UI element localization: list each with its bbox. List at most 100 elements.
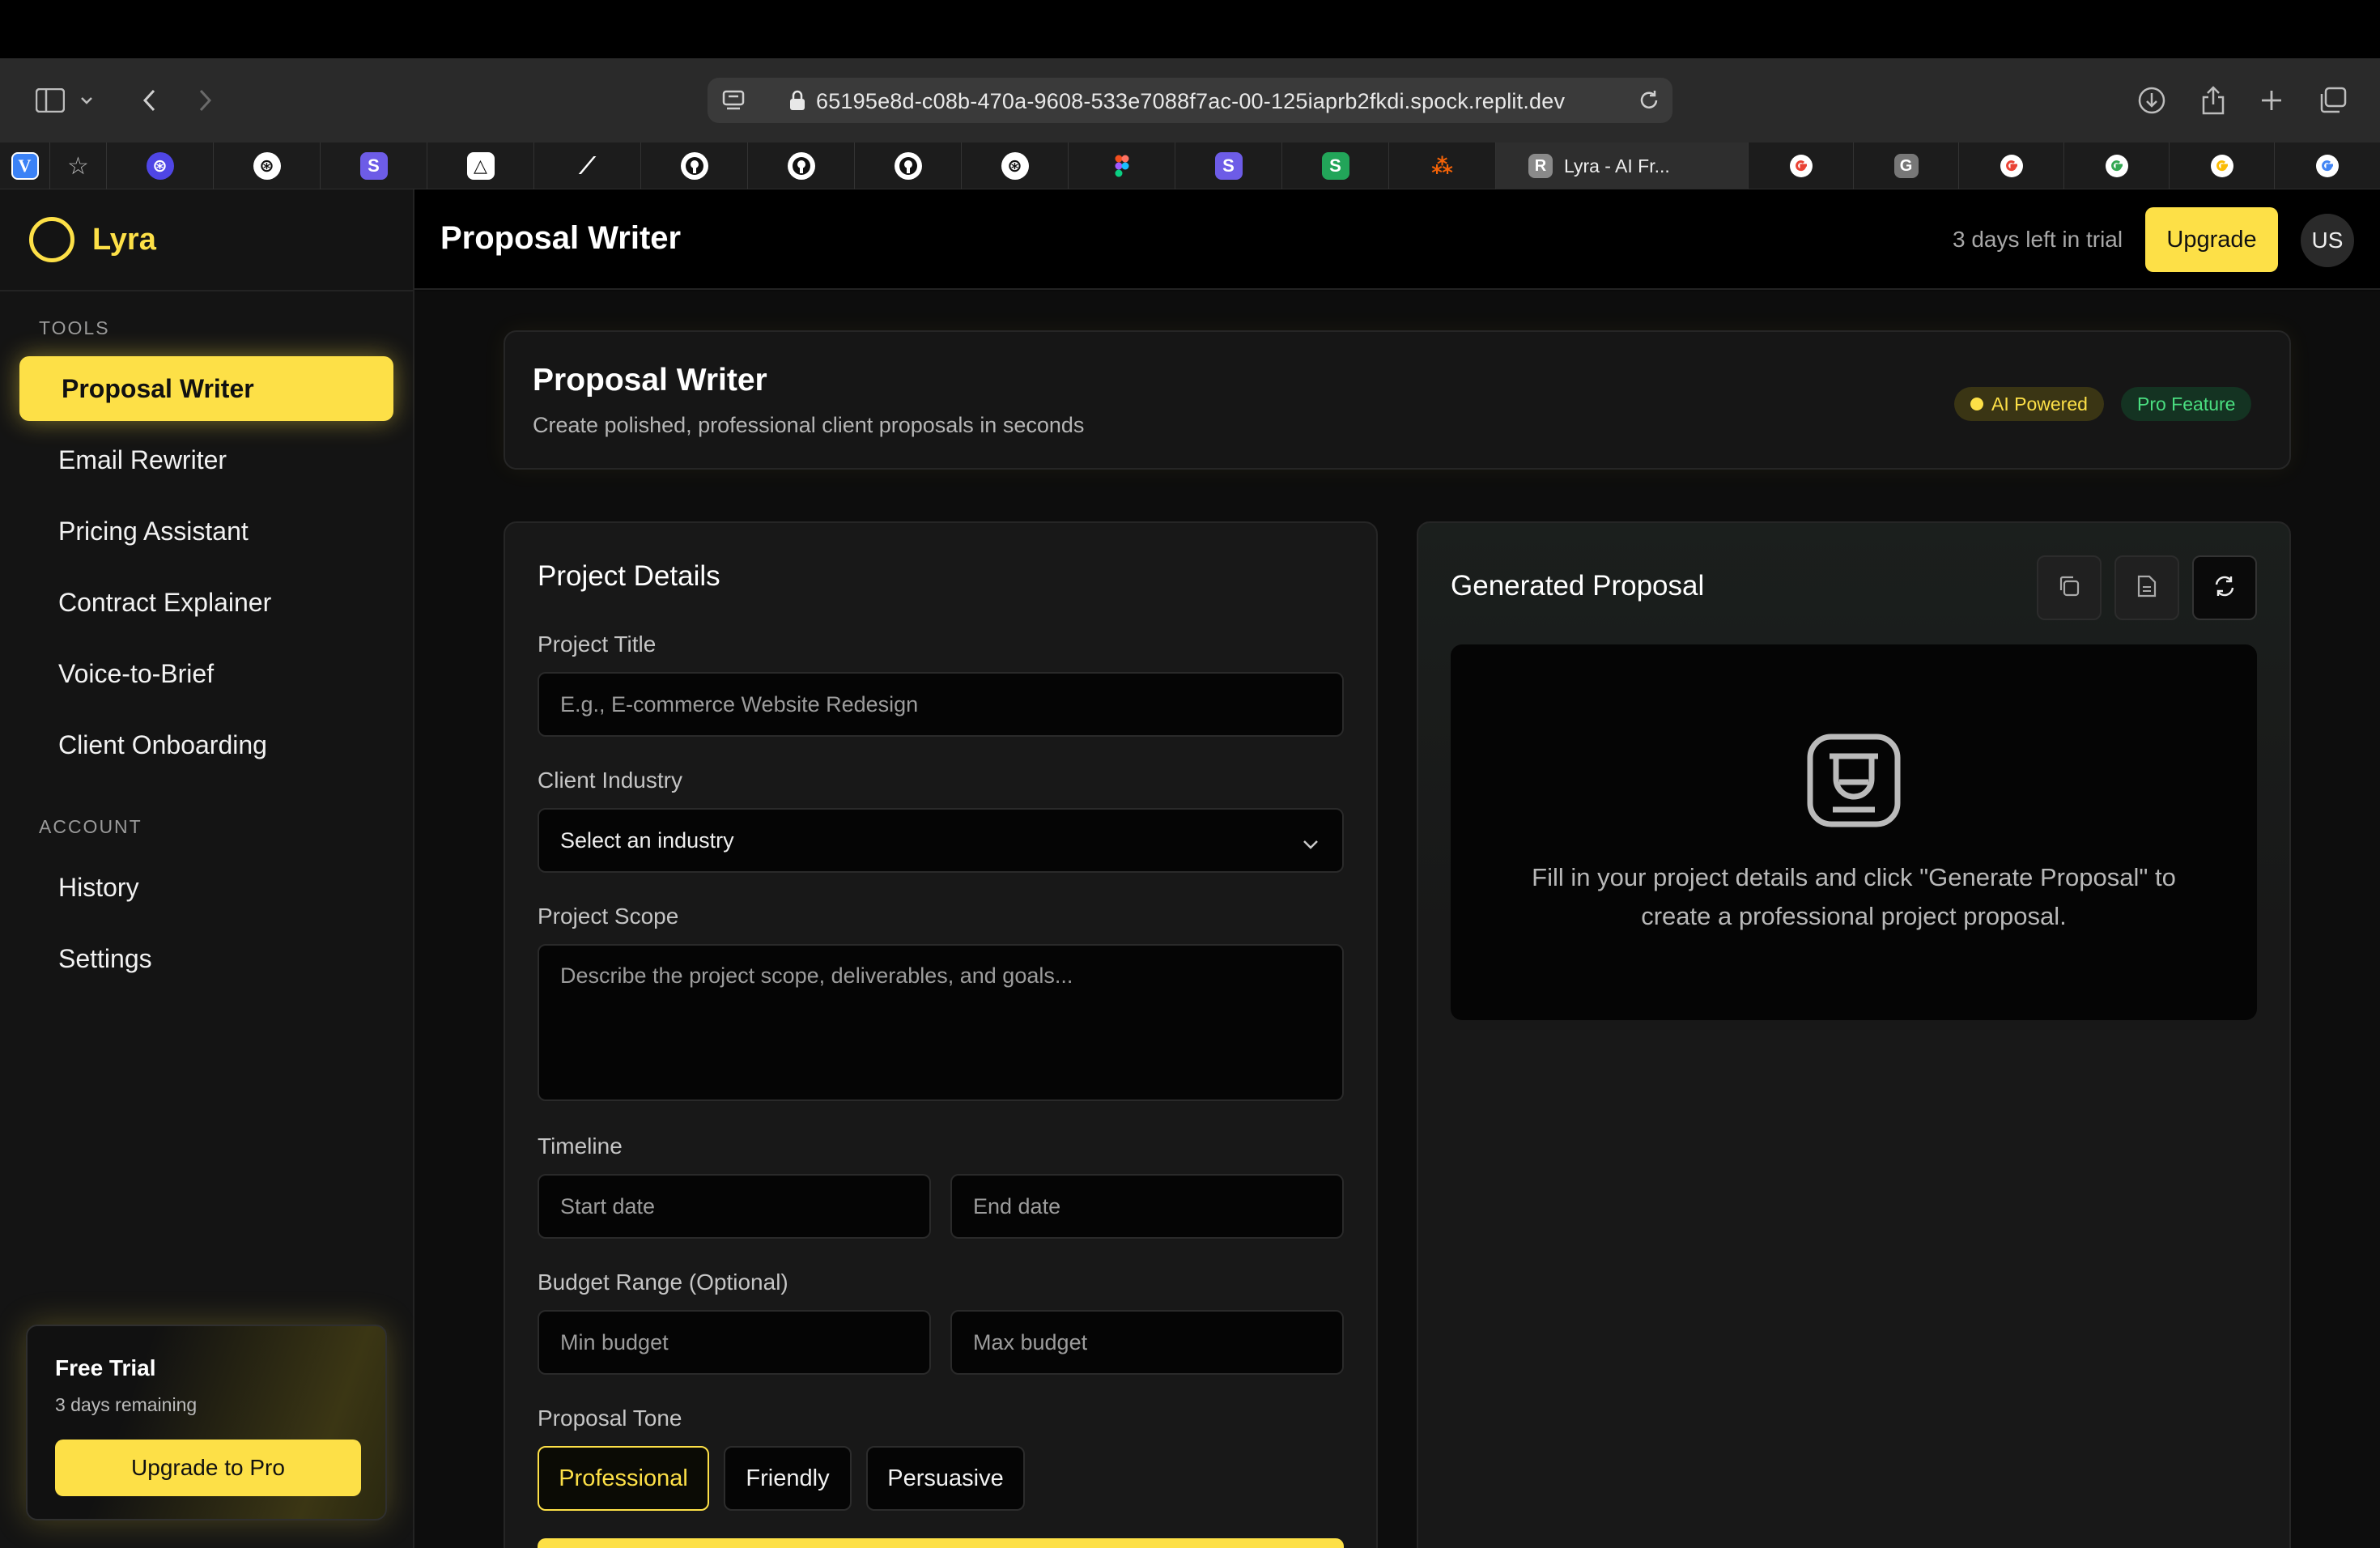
- tab-overview-icon[interactable]: [2312, 79, 2354, 121]
- s-favicon-icon: S: [359, 152, 388, 180]
- account-section-label: ACCOUNT: [39, 816, 142, 837]
- tab-favicon[interactable]: ⟋: [534, 142, 641, 189]
- g-favicon-icon: G: [1893, 154, 1919, 178]
- star-icon: ☆: [67, 152, 89, 180]
- google-icon: [2208, 152, 2236, 180]
- avatar[interactable]: US: [2301, 214, 2354, 267]
- page-title: Proposal Writer: [440, 220, 682, 256]
- sidebar-item-proposal-writer[interactable]: Proposal Writer: [19, 356, 393, 421]
- sidebar-item-pricing-assistant[interactable]: Pricing Assistant: [19, 499, 393, 563]
- sidebar-item-email-rewriter[interactable]: Email Rewriter: [19, 427, 393, 492]
- lock-icon: [788, 89, 806, 116]
- url-text: 65195e8d-c08b-470a-9608-533e7088f7ac-00-…: [816, 89, 1566, 113]
- new-tab-icon[interactable]: [2250, 79, 2293, 121]
- client-industry-select[interactable]: Select an industry: [538, 808, 1344, 873]
- ai-powered-label: AI Powered: [1991, 393, 2088, 415]
- project-title-label: Project Title: [538, 632, 657, 657]
- upgrade-button[interactable]: Upgrade: [2145, 207, 2278, 272]
- tool-header-card: Proposal Writer Create polished, profess…: [504, 330, 2291, 470]
- chatgpt-favicon-icon: ⊛: [1001, 152, 1029, 180]
- address-bar[interactable]: 65195e8d-c08b-470a-9608-533e7088f7ac-00-…: [708, 78, 1672, 123]
- max-budget-input[interactable]: Max budget: [950, 1310, 1344, 1375]
- tab-favicon[interactable]: [1069, 142, 1175, 189]
- generated-proposal-title: Generated Proposal: [1451, 570, 1705, 602]
- tab-active-lyra[interactable]: R Lyra - AI Fr...: [1496, 142, 1749, 189]
- project-title-input[interactable]: E.g., E-commerce Website Redesign: [538, 672, 1344, 737]
- sidebar-toggle-icon[interactable]: [29, 79, 71, 121]
- download-document-button[interactable]: [2114, 555, 2179, 620]
- trial-card-title: Free Trial: [55, 1355, 156, 1380]
- main-content: Proposal Writer Create polished, profess…: [414, 291, 2380, 1548]
- start-date-input[interactable]: Start date: [538, 1174, 931, 1239]
- client-industry-value: Select an industry: [560, 827, 734, 853]
- copy-button[interactable]: [2037, 555, 2102, 620]
- tab-favicon[interactable]: [855, 142, 962, 189]
- tab-favicon[interactable]: ⊛: [107, 142, 214, 189]
- page-settings-icon[interactable]: [722, 89, 746, 116]
- figma-icon: [1108, 152, 1136, 180]
- app-header: Proposal Writer 3 days left in trial Upg…: [414, 189, 2380, 290]
- github-icon: [894, 152, 922, 180]
- tab-favicon[interactable]: [641, 142, 748, 189]
- bookmarks-tab[interactable]: ☆: [50, 142, 107, 189]
- back-icon[interactable]: [128, 79, 170, 121]
- tab-favicon[interactable]: G: [1854, 142, 1959, 189]
- project-details-title: Project Details: [538, 560, 720, 592]
- tab-favicon[interactable]: [1959, 142, 2064, 189]
- proposal-tone-label: Proposal Tone: [538, 1406, 682, 1431]
- tab-favicon[interactable]: [2275, 142, 2380, 189]
- sidebar: Lyra TOOLS Proposal Writer Email Rewrite…: [0, 189, 414, 1548]
- tab-favicon[interactable]: [1749, 142, 1854, 189]
- divider: [0, 290, 414, 291]
- triangle-favicon-icon: △: [466, 152, 495, 180]
- tool-subtitle: Create polished, professional client pro…: [533, 413, 1085, 437]
- google-icon: [1998, 152, 2025, 180]
- app: Lyra TOOLS Proposal Writer Email Rewrite…: [0, 189, 2380, 1548]
- sidebar-item-voice-to-brief[interactable]: Voice-to-Brief: [19, 641, 393, 706]
- forward-icon[interactable]: [185, 79, 227, 121]
- s-green-favicon-icon: S: [1321, 152, 1349, 180]
- share-icon[interactable]: [2192, 79, 2234, 121]
- link-favicon-icon: ⟋: [579, 152, 596, 178]
- tab-favicon[interactable]: [2064, 142, 2170, 189]
- tab-favicon[interactable]: ⊛: [962, 142, 1069, 189]
- tone-persuasive-button[interactable]: Persuasive: [866, 1446, 1025, 1511]
- reload-icon[interactable]: [1637, 88, 1661, 117]
- tab-bar: V ☆ ⊛ ⊛ S △ ⟋ ⊛ S S ⁂ R Lyra - AI Fr... …: [0, 142, 2380, 189]
- tab-favicon[interactable]: [2170, 142, 2275, 189]
- client-industry-label: Client Industry: [538, 768, 682, 793]
- google-icon: [1787, 152, 1815, 180]
- end-date-input[interactable]: End date: [950, 1174, 1344, 1239]
- tab-favicon[interactable]: △: [427, 142, 534, 189]
- free-trial-card: Free Trial 3 days remaining Upgrade to P…: [26, 1325, 387, 1520]
- sidebar-item-history[interactable]: History: [19, 855, 393, 920]
- tone-friendly-button[interactable]: Friendly: [724, 1446, 852, 1511]
- min-budget-input[interactable]: Min budget: [538, 1310, 931, 1375]
- tab-favicon[interactable]: ⊛: [214, 142, 321, 189]
- tab-favicon[interactable]: S: [1175, 142, 1282, 189]
- tab-favicon[interactable]: [748, 142, 855, 189]
- tab-favicon[interactable]: S: [321, 142, 427, 189]
- generate-proposal-button[interactable]: [538, 1538, 1344, 1548]
- sidebar-item-contract-explainer[interactable]: Contract Explainer: [19, 570, 393, 635]
- replit-favicon-icon: ⁂: [1431, 153, 1453, 178]
- tone-professional-button[interactable]: Professional: [538, 1446, 709, 1511]
- project-scope-textarea[interactable]: Describe the project scope, deliverables…: [538, 944, 1344, 1101]
- tab-favicon[interactable]: S: [1282, 142, 1389, 189]
- tool-title: Proposal Writer: [533, 363, 767, 398]
- proposal-empty-state: Fill in your project details and click "…: [1451, 644, 2257, 1020]
- google-icon: [2314, 152, 2341, 180]
- s-favicon-icon: S: [1214, 152, 1243, 180]
- budget-range-label: Budget Range (Optional): [538, 1269, 788, 1295]
- upgrade-to-pro-button[interactable]: Upgrade to Pro: [55, 1440, 361, 1496]
- project-scope-label: Project Scope: [538, 904, 679, 929]
- chevron-down-icon[interactable]: [73, 79, 100, 121]
- sidebar-item-settings[interactable]: Settings: [19, 926, 393, 991]
- download-icon[interactable]: [2131, 79, 2173, 121]
- tab-favicon[interactable]: ⁂: [1389, 142, 1496, 189]
- active-tab-title: Lyra - AI Fr...: [1564, 155, 1670, 176]
- sidebar-item-client-onboarding[interactable]: Client Onboarding: [19, 712, 393, 777]
- regenerate-button[interactable]: [2192, 555, 2257, 620]
- brand[interactable]: Lyra: [29, 215, 156, 264]
- tab-favicon[interactable]: V: [0, 142, 50, 189]
